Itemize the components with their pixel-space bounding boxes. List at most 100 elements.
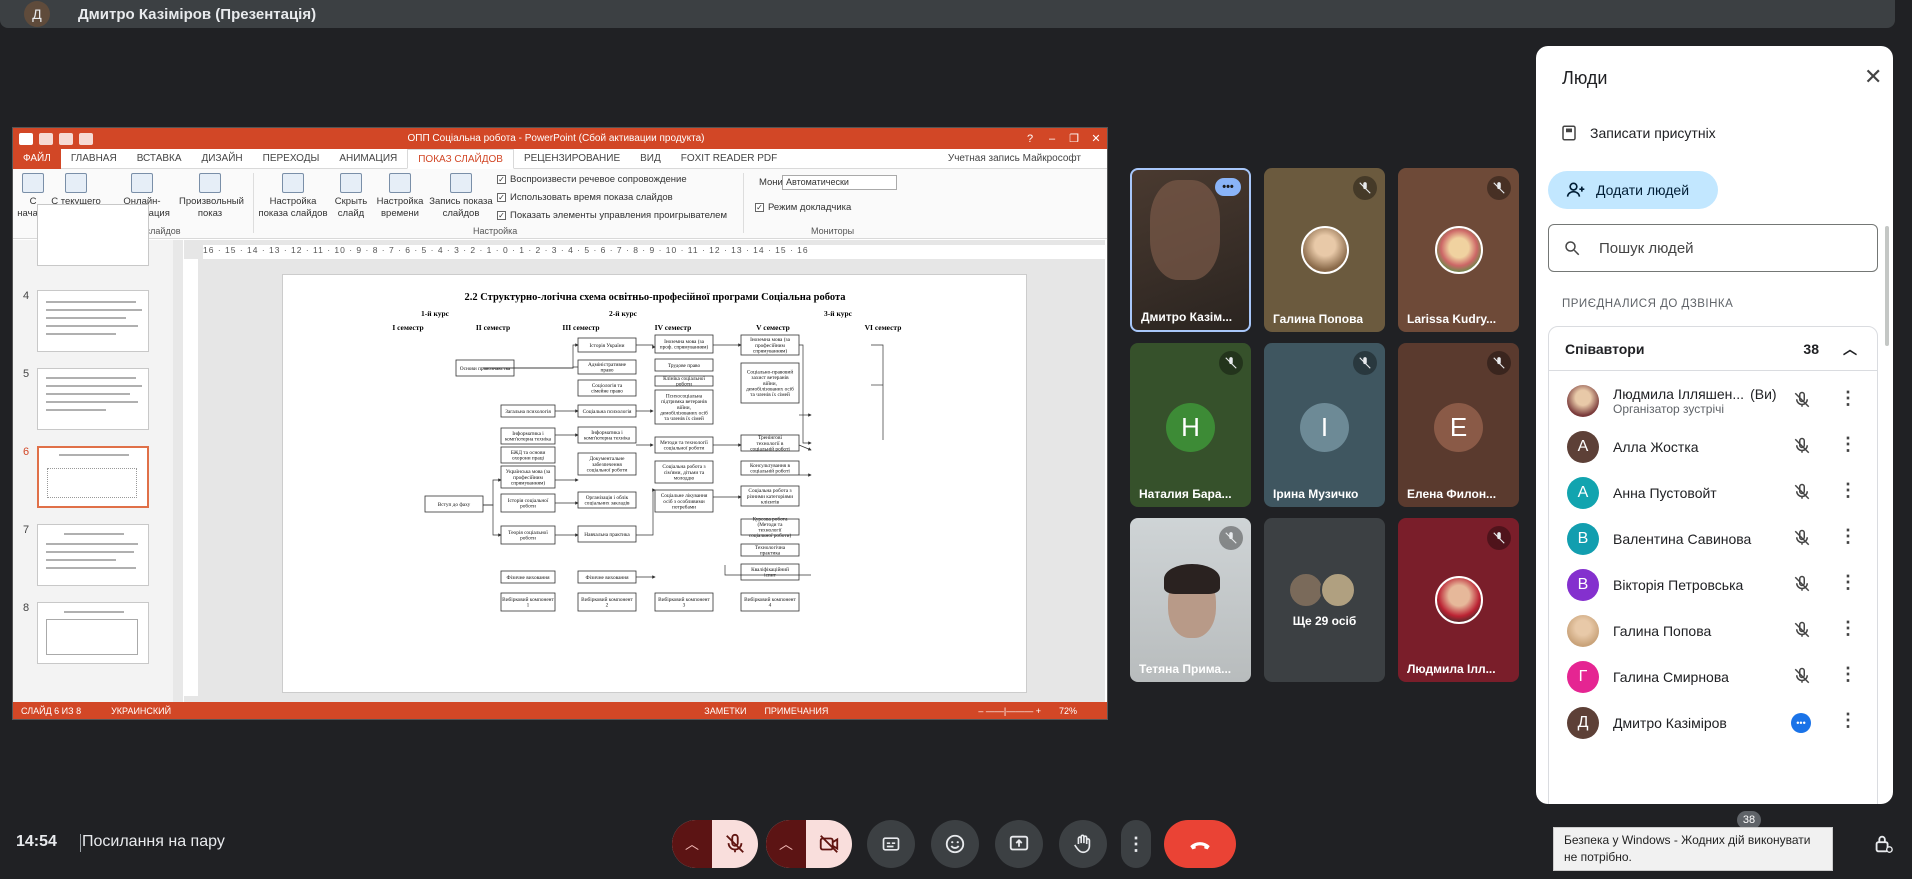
camera-button[interactable]: ︿ xyxy=(766,820,852,868)
more-vert-icon[interactable]: ⋮ xyxy=(1839,711,1857,729)
horizontal-ruler: 16 · 15 · 14 · 13 · 12 · 11 · 10 · 9 · 8… xyxy=(203,245,1107,259)
participant-name: Дмитро Казіміров xyxy=(1613,715,1727,731)
add-people-button[interactable]: Додати людей xyxy=(1548,171,1718,209)
ppt-logo-icon xyxy=(19,132,33,145)
mic-off-icon[interactable] xyxy=(1793,667,1811,690)
avatar-letter: E xyxy=(1434,403,1483,452)
tile-name: Ірина Музичко xyxy=(1273,487,1359,501)
narration-checkbox: ✓ Воспроизвести речевое сопровождение xyxy=(497,174,687,185)
leave-call-button[interactable] xyxy=(1164,820,1236,868)
panel-scrollbar[interactable] xyxy=(1885,226,1889,346)
tile-name: Людмила Ілл... xyxy=(1407,662,1496,676)
tile-tetiana[interactable]: Тетяна Прима... xyxy=(1130,518,1251,682)
microphone-button[interactable]: ︿ xyxy=(672,820,758,868)
end-call-icon xyxy=(1190,842,1210,850)
speaking-indicator-icon[interactable]: ••• xyxy=(1791,713,1811,733)
setup-show-button: Настройка показа слайдов xyxy=(258,173,328,220)
monitor-select: Автоматически xyxy=(782,175,897,190)
name-text: Анна Пустовойт xyxy=(1613,485,1717,501)
vertical-ruler xyxy=(184,259,198,696)
avatar-photo xyxy=(1435,576,1483,624)
mic-off-icon xyxy=(1219,351,1243,375)
more-vert-icon[interactable]: ⋮ xyxy=(1839,527,1857,545)
avatar-letter: Н xyxy=(1166,403,1215,452)
tile-larissa[interactable]: Larissa Kudry... xyxy=(1398,168,1519,332)
presenter-avatar: Д xyxy=(24,1,50,27)
people-panel: Люди ✕ Записати присутніх Додати людей П… xyxy=(1536,46,1893,804)
more-vert-icon[interactable]: ⋮ xyxy=(1839,389,1857,407)
cohosts-header[interactable]: Співавтори 38 ︿ xyxy=(1549,327,1877,371)
box-label-zag_psyh: Загальна психологія xyxy=(505,409,551,415)
record-attendance-button[interactable]: Записати присутніх xyxy=(1560,124,1716,142)
tile-more-people[interactable]: Ще 29 осіб xyxy=(1264,518,1385,682)
mic-off-icon[interactable] xyxy=(1793,483,1811,506)
more-options-button[interactable]: ⋮ xyxy=(1121,820,1151,868)
tile-name: Larissa Kudry... xyxy=(1407,312,1497,326)
camera-off-icon xyxy=(819,835,839,853)
mic-off-icon[interactable] xyxy=(1793,575,1811,598)
tab-animation: АНИМАЦИЯ xyxy=(339,152,398,164)
more-vert-icon[interactable]: ⋮ xyxy=(1839,435,1857,453)
mic-off-icon[interactable] xyxy=(1793,437,1811,460)
avatar xyxy=(1567,615,1599,647)
hand-icon xyxy=(1074,834,1091,854)
tile-natalia[interactable]: Н Наталия Бара... xyxy=(1130,343,1251,507)
custom-show-icon xyxy=(199,173,221,193)
slide-title: 2.2 Структурно-логічна схема освітньо-пр… xyxy=(464,292,846,303)
tile-galyna-popova[interactable]: Галина Попова xyxy=(1264,168,1385,332)
thumbnails-scrollbar xyxy=(173,240,183,702)
tab-file: ФАЙЛ xyxy=(13,148,61,169)
box-label-organ: Організація і облік соціальних закладів xyxy=(584,494,630,507)
chevron-up-icon[interactable]: ︿ xyxy=(1843,339,1857,359)
semester-6: VІ семестр xyxy=(865,323,902,332)
windows-security-toast[interactable]: Безпека у Windows - Жодних дій виконуват… xyxy=(1553,827,1833,871)
avatar-photo xyxy=(1435,226,1483,274)
more-vert-icon[interactable]: ⋮ xyxy=(1839,573,1857,591)
participant-name: Вікторія Петровська xyxy=(1613,577,1743,593)
present-button[interactable] xyxy=(995,820,1043,868)
semester-5: V семестр xyxy=(756,323,790,332)
tile-dmytro[interactable]: ••• Дмитро Казім... xyxy=(1130,168,1251,332)
participant-name: Анна Пустовойт xyxy=(1613,485,1717,501)
mic-off-icon xyxy=(1353,351,1377,375)
more-options-icon[interactable]: ••• xyxy=(1215,178,1241,196)
mic-off-icon[interactable] xyxy=(1793,529,1811,552)
name-text: Галина Попова xyxy=(1613,623,1712,639)
box-label-bzd: БЖД та основи охорони праці xyxy=(511,450,546,462)
slideshow-current-icon xyxy=(65,173,87,193)
mic-off-icon xyxy=(1487,526,1511,550)
hide-slide-button: Скрыть слайд xyxy=(331,173,371,220)
tile-elena[interactable]: E Елена Филон... xyxy=(1398,343,1519,507)
participant-row[interactable]: Д Дмитро Казіміров ••• ⋮ xyxy=(1549,695,1879,751)
avatar: Д xyxy=(1567,707,1599,739)
tile-iryna[interactable]: І Ірина Музичко xyxy=(1264,343,1385,507)
participant-name: Людмила Ілляшен... (Ви) Організатор зустрі… xyxy=(1613,386,1777,416)
close-icon[interactable]: ✕ xyxy=(1864,66,1882,88)
chevron-up-icon[interactable]: ︿ xyxy=(672,820,712,868)
search-input[interactable]: Пошук людей xyxy=(1548,224,1878,272)
joined-section-label: ПРИЄДНАЛИСЯ ДО ДЗВІНКА xyxy=(1562,298,1734,310)
box-label-vstup: Вступ до фаху xyxy=(438,501,471,508)
host-controls-icon[interactable] xyxy=(1872,832,1894,856)
chevron-up-icon[interactable]: ︿ xyxy=(766,820,806,868)
restore-icon: ❐ xyxy=(1069,133,1079,145)
emoji-button[interactable] xyxy=(931,820,979,868)
participant-name: Алла Жостка xyxy=(1613,439,1699,455)
more-vert-icon[interactable]: ⋮ xyxy=(1839,619,1857,637)
captions-button[interactable] xyxy=(867,820,915,868)
language-label: УКРАИНСКИЙ xyxy=(111,706,172,716)
name-text: Людмила Ілляшен... xyxy=(1613,386,1745,402)
more-vert-icon[interactable]: ⋮ xyxy=(1839,665,1857,683)
tab-slideshow: ПОКАЗ СЛАЙДОВ xyxy=(407,148,514,169)
tile-ludmyla[interactable]: Людмила Ілл... xyxy=(1398,518,1519,682)
slide-thumbnails: 4 5 6 7 8 xyxy=(13,204,183,702)
mic-off-icon[interactable] xyxy=(1793,621,1811,644)
clock: 14:54 xyxy=(16,833,57,850)
you-label: (Ви) xyxy=(1750,386,1777,402)
record-icon xyxy=(450,173,472,193)
raise-hand-button[interactable] xyxy=(1059,820,1107,868)
mic-off-icon[interactable] xyxy=(1793,391,1811,414)
more-vert-icon[interactable]: ⋮ xyxy=(1839,481,1857,499)
box-label-navch: Навчальна практика xyxy=(584,532,630,538)
setup-icon xyxy=(282,173,304,193)
